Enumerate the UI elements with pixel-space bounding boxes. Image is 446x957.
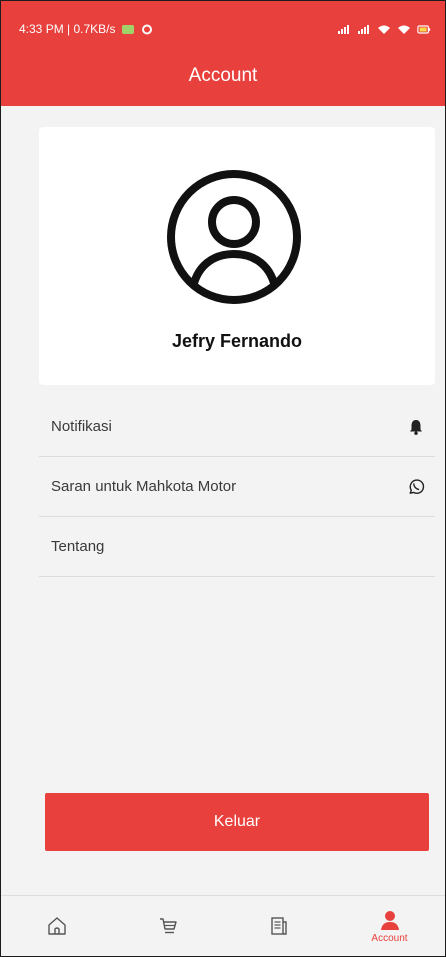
menu-item-saran[interactable]: Saran untuk Mahkota Motor: [39, 457, 435, 517]
signal-icon: [338, 24, 349, 34]
menu-item-tentang[interactable]: Tentang: [39, 517, 435, 577]
profile-card: Jefry Fernando: [39, 127, 435, 385]
settings-status-icon: [141, 24, 152, 34]
nav-label-account: Account: [371, 932, 408, 944]
status-time: 4:33 PM | 0.7KB/s: [19, 22, 116, 36]
whatsapp-icon: [409, 478, 425, 494]
nav-item-cart[interactable]: [112, 896, 223, 956]
home-icon: [47, 917, 66, 935]
status-bar: 4:33 PM | 0.7KB/s: [19, 19, 431, 39]
logout-button[interactable]: Keluar: [45, 793, 429, 851]
app-bar: 4:33 PM | 0.7KB/s Account: [1, 1, 445, 106]
phone-frame: 4:33 PM | 0.7KB/s Account Jefry Fernando…: [0, 0, 446, 957]
wifi-icon: [378, 25, 390, 34]
cart-icon: [159, 918, 177, 934]
menu-item-notifikasi[interactable]: Notifikasi: [39, 397, 435, 457]
news-icon: [270, 917, 287, 935]
page-title: Account: [188, 65, 258, 86]
menu-item-label: Saran untuk Mahkota Motor: [51, 478, 237, 495]
nav-item-account[interactable]: Account: [334, 896, 445, 956]
menu-item-label: Tentang: [51, 538, 105, 555]
signal-icon: [358, 24, 369, 34]
menu-item-label: Notifikasi: [51, 418, 112, 435]
bottom-navigation: Account: [1, 895, 445, 956]
bell-icon: [410, 419, 422, 435]
app-notification-icon: [121, 24, 134, 34]
wifi-icon: [398, 25, 410, 34]
nav-item-news[interactable]: [223, 896, 334, 956]
person-icon: [380, 910, 399, 930]
nav-item-home[interactable]: [1, 896, 112, 956]
profile-name: Jefry Fernando: [171, 331, 303, 351]
account-menu: Notifikasi Saran untuk Mahkota Motor Ten…: [39, 397, 435, 577]
battery-icon: [417, 24, 431, 34]
avatar-icon: [167, 170, 301, 304]
